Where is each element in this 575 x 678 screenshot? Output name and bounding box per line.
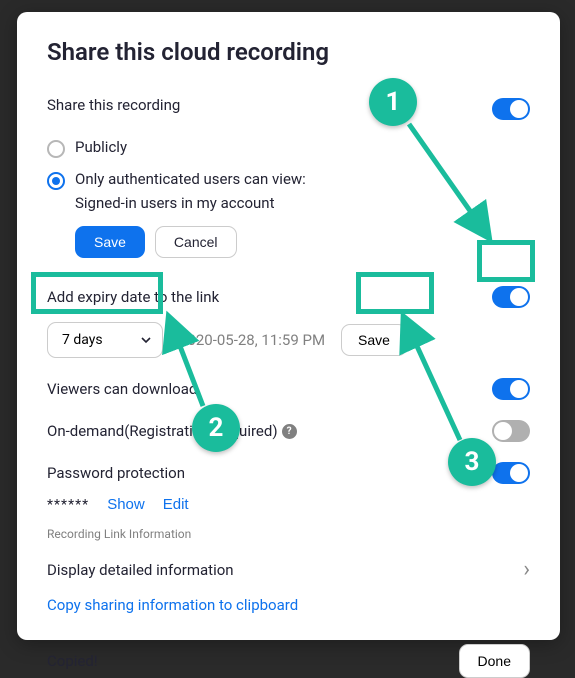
display-detailed-row[interactable]: Display detailed information › [47, 551, 530, 588]
share-recording-row: Share this recording [47, 86, 530, 132]
expiry-controls: 7 days 2020-05-28, 11:59 PM Save [47, 322, 530, 358]
visibility-button-row: Save Cancel [75, 226, 530, 258]
chevron-down-icon [140, 334, 152, 346]
ondemand-row: On-demand(Registration Required) ? [47, 410, 530, 452]
expiry-row: Add expiry date to the link [47, 276, 530, 318]
done-button[interactable]: Done [459, 644, 530, 678]
modal-title: Share this cloud recording [47, 38, 530, 66]
share-recording-label: Share this recording [47, 96, 180, 114]
password-mask: ****** [47, 497, 89, 513]
display-detailed-label: Display detailed information [47, 561, 234, 579]
password-row: Password protection [47, 452, 530, 494]
download-toggle[interactable] [492, 378, 530, 400]
copy-clipboard-link[interactable]: Copy sharing information to clipboard [47, 596, 298, 614]
chevron-right-icon: › [523, 557, 530, 582]
radio-authenticated-label: Only authenticated users can view: [75, 170, 306, 188]
radio-publicly-label: Publicly [75, 138, 127, 156]
radio-authenticated-sublabel: Signed-in users in my account [75, 194, 530, 212]
expiry-select-value: 7 days [62, 332, 103, 348]
password-edit-button[interactable]: Edit [163, 496, 189, 513]
download-row: Viewers can download [47, 368, 530, 410]
copied-label: Copied! [47, 652, 98, 670]
recording-info-heading: Recording Link Information [47, 527, 530, 541]
ondemand-label: On-demand(Registration Required) ? [47, 422, 297, 440]
save-button[interactable]: Save [75, 226, 145, 258]
radio-publicly[interactable]: Publicly [47, 132, 530, 164]
expiry-label: Add expiry date to the link [47, 288, 219, 306]
ondemand-label-text: On-demand(Registration Required) [47, 422, 278, 440]
share-modal: Share this cloud recording Share this re… [17, 12, 560, 640]
password-label: Password protection [47, 464, 185, 482]
radio-icon-unchecked [47, 140, 65, 158]
download-label: Viewers can download [47, 380, 197, 398]
password-show-button[interactable]: Show [107, 496, 145, 513]
expiry-select[interactable]: 7 days [47, 322, 163, 358]
footer-row: Copied! Done [47, 644, 530, 678]
visibility-radio-group: Publicly Only authenticated users can vi… [47, 132, 530, 212]
cancel-button[interactable]: Cancel [155, 226, 237, 258]
radio-icon-checked [47, 172, 65, 190]
expiry-date-text: 2020-05-28, 11:59 PM [179, 331, 325, 349]
help-icon[interactable]: ? [282, 424, 297, 439]
expiry-toggle[interactable] [492, 286, 530, 308]
password-toggle[interactable] [492, 462, 530, 484]
ondemand-toggle[interactable] [492, 420, 530, 442]
share-recording-toggle[interactable] [492, 98, 530, 120]
expiry-save-button[interactable]: Save [341, 324, 407, 356]
password-controls: ****** Show Edit [47, 496, 530, 513]
radio-authenticated[interactable]: Only authenticated users can view: [47, 164, 530, 196]
